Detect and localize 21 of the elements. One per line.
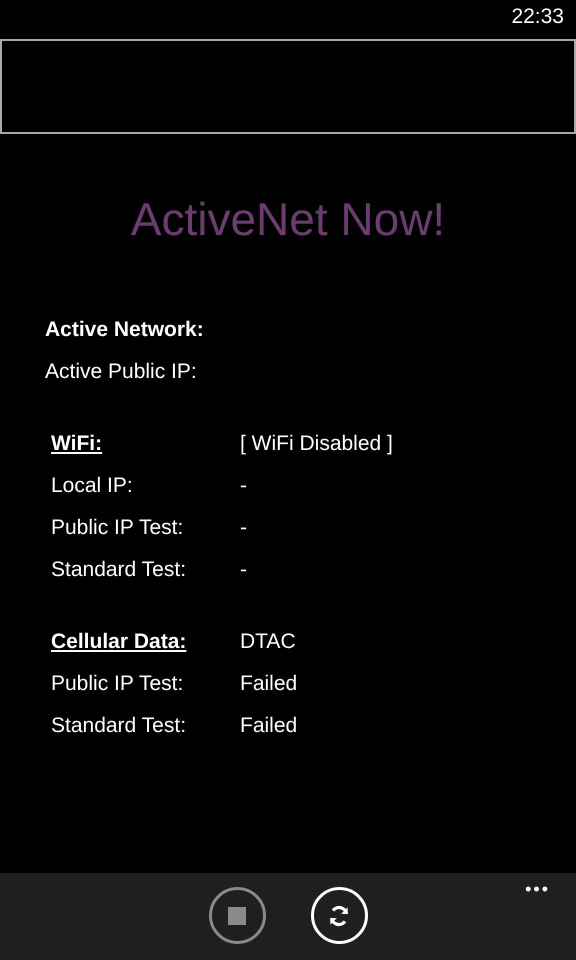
row-value: - — [240, 473, 247, 500]
row-value: - — [240, 557, 247, 584]
refresh-button[interactable] — [310, 887, 368, 944]
section-value: [ WiFi Disabled ] — [240, 431, 393, 458]
section-heading: WiFi: — [51, 431, 104, 458]
summary-label: Active Public IP: — [45, 359, 197, 386]
clock: 22:33 — [511, 4, 564, 30]
row-value: Failed — [240, 713, 298, 740]
section-value: DTAC — [240, 629, 296, 656]
row-value: - — [240, 515, 247, 542]
row-label: Standard Test: — [51, 713, 188, 740]
app-title: ActiveNet Now! — [130, 192, 446, 247]
row-label: Local IP: — [51, 473, 134, 500]
row-label: Public IP Test: — [51, 515, 184, 542]
row-value: Failed — [240, 671, 298, 698]
summary-label: Active Network: — [45, 317, 204, 344]
row-label: Public IP Test: — [51, 671, 184, 698]
stop-icon — [228, 906, 246, 924]
more-button[interactable]: ••• — [525, 877, 550, 901]
section-heading: Cellular Data: — [51, 629, 188, 656]
row-label: Standard Test: — [51, 557, 188, 584]
